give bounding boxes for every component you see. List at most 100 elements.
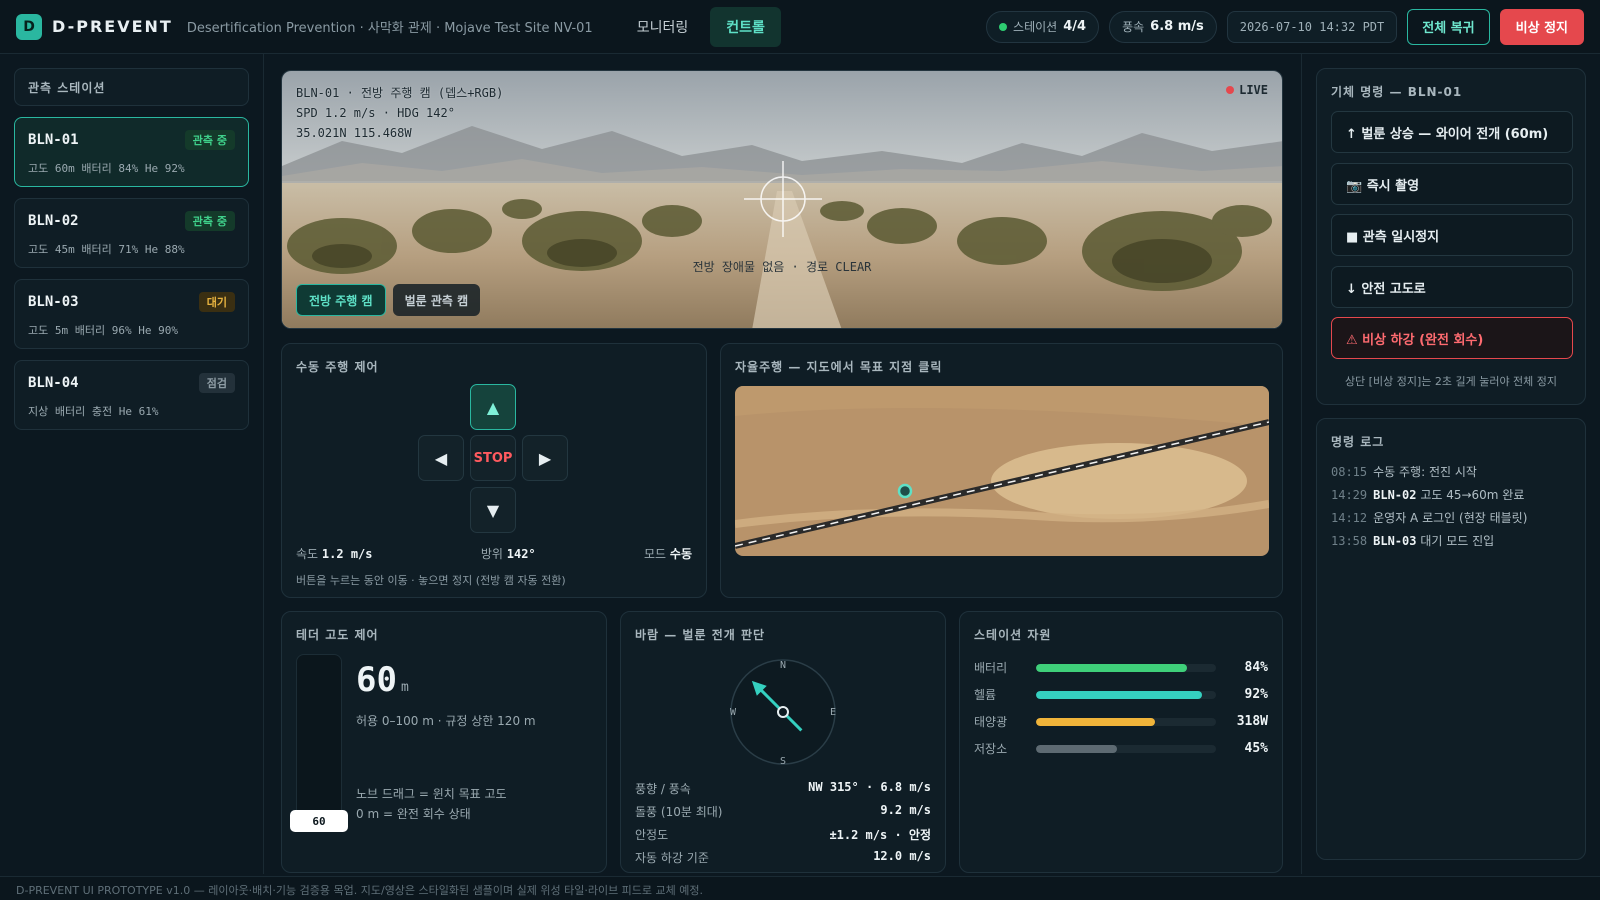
tether-value-unit: m: [400, 680, 409, 695]
resource-label: 헬륨: [974, 688, 997, 702]
tab-control[interactable]: 컨트롤: [710, 6, 781, 47]
capture-now-button[interactable]: 📷 즉시 촬영: [1331, 163, 1573, 205]
resource-row: 배터리 84%: [974, 654, 1268, 681]
live-label: LIVE: [1239, 83, 1268, 97]
camera-feed[interactable]: BLN-01 · 전방 주행 캠 (뎁스+RGB) SPD 1.2 m/s · …: [281, 70, 1283, 329]
tab-monitoring[interactable]: 모니터링: [621, 7, 705, 47]
log-item: 08:15 수동 주행: 전진 시작: [1331, 463, 1575, 486]
tether-altitude-panel: 테더 고도 제어 60 60 m 허용 0–100 m · 규정 상한 120 m…: [281, 611, 607, 873]
left-divider: [263, 54, 264, 874]
station-resources-panel: 스테이션 자원 배터리 84% 헬륨 92% 태양광 318W 저장소 45%: [959, 611, 1283, 873]
drive-left-button[interactable]: ◀: [418, 435, 464, 481]
drive-backward-button[interactable]: ▼: [470, 487, 516, 533]
status-badge: 점검: [198, 373, 235, 393]
header-status-area: 스테이션 4/4 풍속 6.8 m/s 2026-07-10 14:32 PDT…: [986, 8, 1584, 45]
resource-bar-fill: [1036, 717, 1155, 726]
wind-compass: N E S W: [730, 659, 836, 767]
status-badge: 관측 중: [184, 130, 235, 150]
tether-range: 허용 0–100 m · 규정 상한 120 m: [356, 714, 536, 728]
resource-bar: [1036, 744, 1216, 753]
tab-front-drive-cam[interactable]: 전방 주행 캠: [296, 284, 386, 316]
wind-row-label: 자동 하강 기준: [635, 851, 709, 865]
drive-stats: 속도 1.2 m/s 방위 142° 모드 수동: [296, 545, 692, 562]
mode-value: 수동: [669, 547, 692, 561]
brand-name: D-PREVENT: [52, 17, 173, 36]
heading-value: 142°: [506, 547, 536, 561]
tab-balloon-cam[interactable]: 벌룬 관측 캠: [392, 284, 481, 316]
command-note: 상단 [비상 정지]는 2초 길게 눌러야 전체 정지: [1344, 375, 1558, 388]
wind-row-value: 9.2 m/s: [880, 803, 931, 817]
log-item: 13:58 BLN-03 대기 모드 진입: [1331, 532, 1575, 555]
resource-bar: [1036, 717, 1216, 726]
station-count-label: 스테이션: [1013, 20, 1058, 34]
autonomous-title: 자율주행 — 지도에서 목표 지점 클릭: [735, 360, 943, 374]
status-badge: 관측 중: [184, 211, 235, 231]
camera-coordinates: 35.021N 115.468W: [296, 126, 412, 140]
main-nav: 모니터링 컨트롤: [621, 6, 781, 47]
resource-value: 45%: [1244, 741, 1268, 756]
resources-title: 스테이션 자원: [974, 628, 1052, 642]
resource-row: 태양광 318W: [974, 708, 1268, 735]
restore-all-button[interactable]: 전체 복귀: [1407, 8, 1490, 45]
status-badge: 대기: [198, 292, 235, 312]
tether-slider-track[interactable]: [296, 654, 342, 832]
balloon-ascend-button[interactable]: ↑ 벌룬 상승 — 와이어 전개 (60m): [1331, 111, 1573, 153]
station-item-bln-03[interactable]: BLN-03 대기 고도 5m 배터리 96% He 90%: [14, 279, 249, 349]
wind-title: 바람 — 벌룬 전개 판단: [635, 628, 766, 642]
autonomous-map-panel: 자율주행 — 지도에서 목표 지점 클릭: [720, 343, 1283, 598]
drive-right-button[interactable]: ▶: [522, 435, 568, 481]
wind-panel: 바람 — 벌룬 전개 판단 N E S W 풍향 / 풍속 NW 315° · 6…: [620, 611, 946, 873]
drive-forward-button[interactable]: ▲: [470, 384, 516, 430]
safe-altitude-button[interactable]: ↓ 안전 고도로: [1331, 266, 1573, 308]
tether-hint: 노브 드래그 = 윈치 목표 고도 0 m = 완전 회수 상태: [356, 784, 507, 824]
station-meta: 고도 45m 배터리 71% He 88%: [28, 243, 185, 256]
wind-row-stability: 안정도 ±1.2 m/s · 안정: [635, 826, 931, 849]
resource-row: 헬륨 92%: [974, 681, 1268, 708]
speed-label: 속도: [296, 547, 319, 561]
vehicle-command-panel: 기체 명령 — BLN-01 ↑ 벌룬 상승 — 와이어 전개 (60m) 📷 …: [1316, 68, 1586, 405]
manual-drive-panel: 수동 주행 제어 ▲ ◀ STOP ▶ ▼ 속도 1.2 m/s 방위 142°…: [281, 343, 707, 598]
wind-speed-label: 풍속: [1122, 20, 1145, 34]
wind-speed-pill: 풍속 6.8 m/s: [1109, 10, 1217, 43]
tether-slider-knob[interactable]: 60: [290, 810, 348, 832]
station-item-bln-01[interactable]: BLN-01 관측 중 고도 60m 배터리 84% He 92%: [14, 117, 249, 187]
camera-speed-heading: SPD 1.2 m/s · HDG 142°: [296, 106, 455, 120]
pause-observation-button[interactable]: ■ 관측 일시정지: [1331, 214, 1573, 256]
footer-note: D-PREVENT UI PROTOTYPE v1.0 — 레이아웃·배치·기능…: [0, 876, 1600, 900]
camera-source: BLN-01 · 전방 주행 캠 (뎁스+RGB): [296, 86, 504, 100]
speed-value: 1.2 m/s: [321, 547, 373, 561]
live-dot-icon: [1226, 86, 1235, 94]
command-title: 기체 명령 — BLN-01: [1331, 85, 1463, 99]
station-meta: 지상 배터리 충전 He 61%: [28, 405, 159, 418]
tether-hint-drag: 노브 드래그 = 윈치 목표 고도: [356, 787, 507, 801]
emergency-descend-button[interactable]: ⚠ 비상 하강 (완전 회수): [1331, 317, 1573, 359]
site-subtitle: Desertification Prevention · 사막화 관제 · Mo…: [186, 21, 593, 36]
wind-stats: 풍향 / 풍속 NW 315° · 6.8 m/s 돌풍 (10분 최대) 9.2 …: [635, 780, 931, 872]
station-list-panel: 관측 스테이션 BLN-01 관측 중 고도 60m 배터리 84% He 92…: [14, 68, 249, 430]
resource-bar-fill: [1036, 744, 1117, 753]
log-station: BLN-02: [1373, 488, 1417, 502]
station-item-bln-02[interactable]: BLN-02 관측 중 고도 45m 배터리 71% He 88%: [14, 198, 249, 268]
tether-value-number: 60: [356, 660, 397, 700]
resource-bar: [1036, 663, 1216, 672]
camera-tabs: 전방 주행 캠 벌룬 관측 캠: [296, 284, 481, 316]
resource-bar-fill: [1036, 663, 1188, 672]
log-text: 대기 모드 진입: [1420, 534, 1495, 548]
target-map[interactable]: [735, 386, 1269, 556]
resource-list: 배터리 84% 헬륨 92% 태양광 318W 저장소 45%: [974, 654, 1268, 762]
log-title: 명령 로그: [1331, 435, 1385, 449]
log-station: BLN-03: [1373, 534, 1417, 548]
log-text: 고도 45→60m 완료: [1420, 488, 1525, 502]
resource-label: 배터리: [974, 661, 1008, 675]
resource-bar: [1036, 690, 1216, 699]
station-item-bln-04[interactable]: BLN-04 점검 지상 배터리 충전 He 61%: [14, 360, 249, 430]
compass-e: E: [830, 707, 836, 718]
compass-s: S: [780, 756, 786, 767]
station-count-pill: 스테이션 4/4: [986, 10, 1100, 43]
logo-icon: D: [16, 13, 42, 40]
drive-hint: 버튼을 누르는 동안 이동 · 놓으면 정지 (전방 캠 자동 전환): [296, 574, 566, 587]
emergency-stop-button[interactable]: 비상 정지: [1499, 8, 1584, 45]
station-meta: 고도 5m 배터리 96% He 90%: [28, 324, 178, 337]
log-time: 08:15: [1331, 465, 1368, 479]
drive-stop-button[interactable]: STOP: [470, 435, 516, 481]
